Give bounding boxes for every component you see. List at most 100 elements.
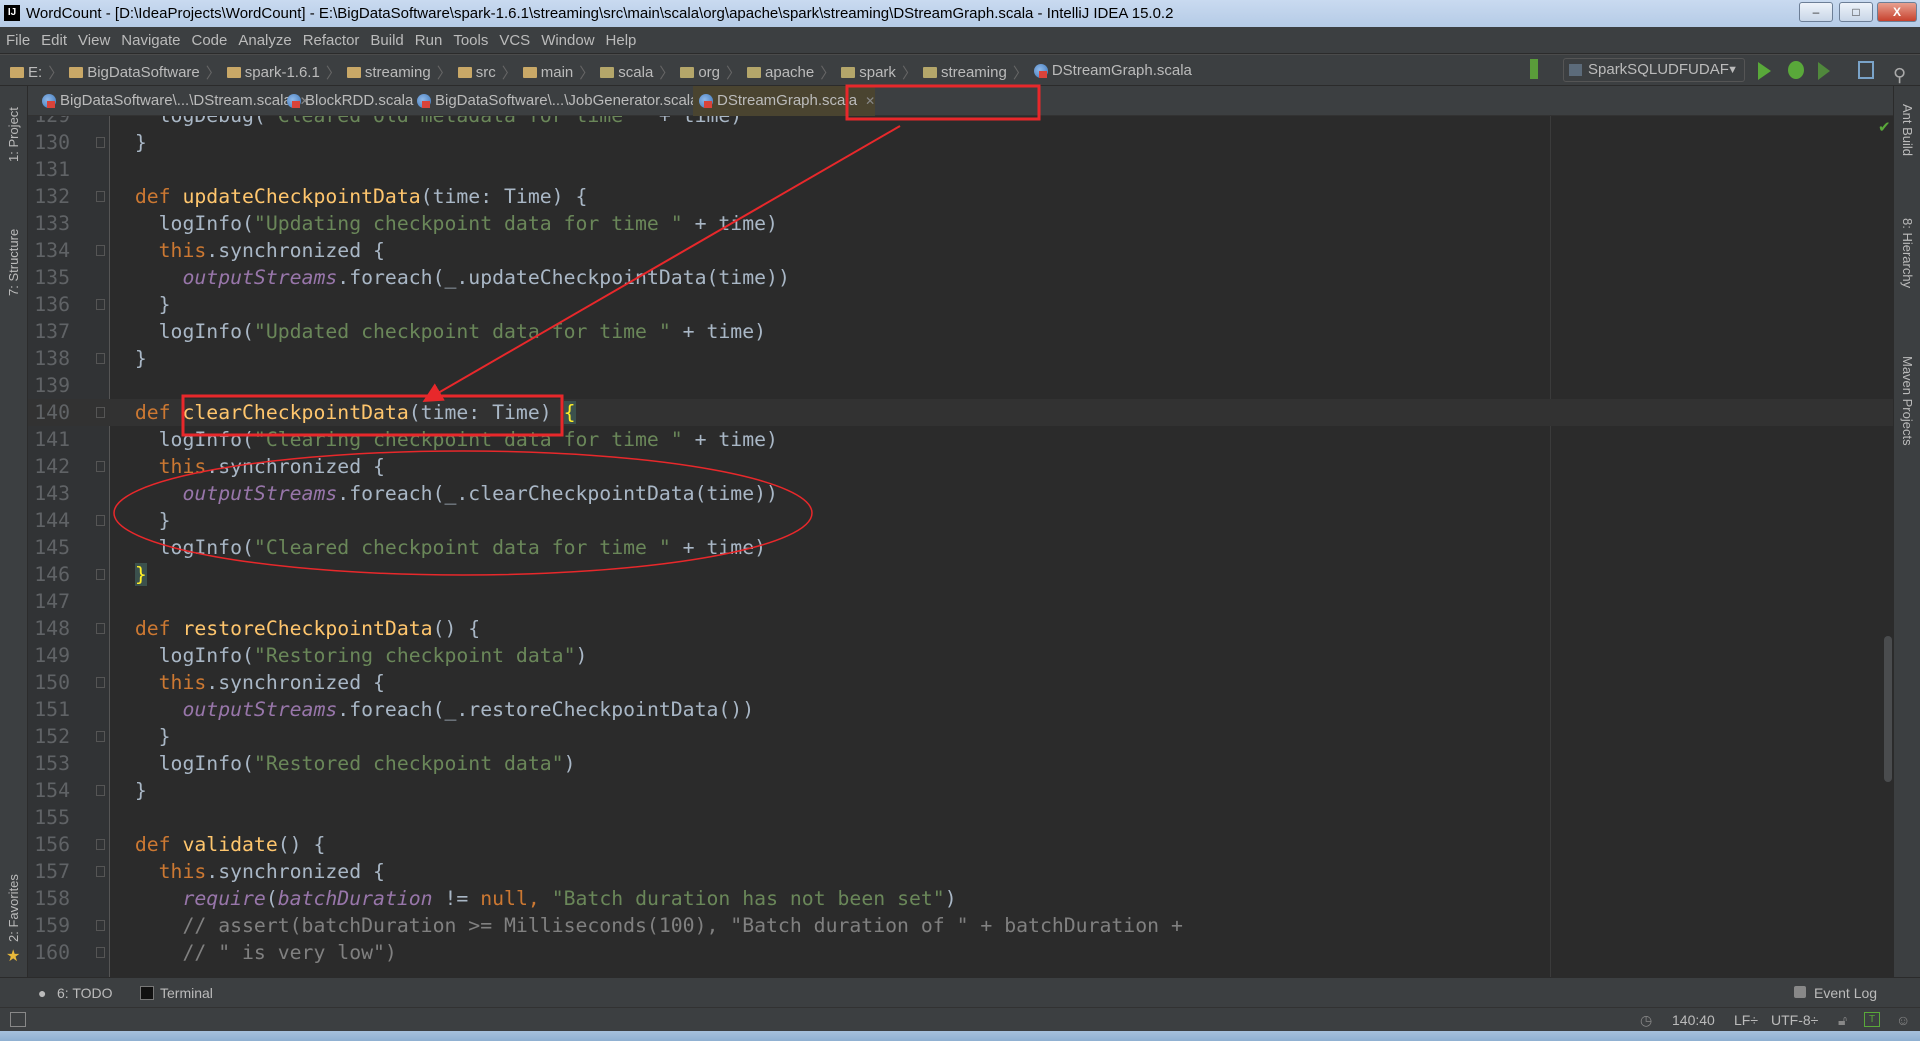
run-icon[interactable]	[1758, 62, 1771, 80]
code-line: 141 logInfo("Clearing checkpoint data fo…	[28, 426, 1893, 453]
menu-vcs[interactable]: VCS	[499, 32, 530, 49]
code-token: .synchronized {	[206, 860, 385, 883]
project-structure-icon[interactable]	[1858, 61, 1874, 79]
fold-marker-icon[interactable]	[96, 677, 105, 688]
tab-label: BigDataSoftware\...\JobGenerator.scala	[435, 92, 699, 109]
file-encoding[interactable]: UTF-8÷	[1771, 1008, 1818, 1032]
code-token: () {	[432, 617, 481, 640]
menu-tools[interactable]: Tools	[453, 32, 488, 49]
breadcrumb-item[interactable]: apache	[747, 57, 814, 89]
breadcrumb-item[interactable]: org	[680, 57, 720, 89]
scrollbar-thumb[interactable]	[1884, 636, 1892, 782]
code-token: def	[134, 833, 183, 856]
menu-view[interactable]: View	[78, 32, 110, 49]
editor-tab[interactable]: BlockRDD.scala✕	[281, 86, 431, 116]
fold-marker-icon[interactable]	[96, 947, 105, 958]
fold-marker-icon[interactable]	[96, 866, 105, 877]
code-line: 157 this.synchronized {	[28, 858, 1893, 885]
fold-marker-icon[interactable]	[96, 299, 105, 310]
package-icon	[680, 67, 695, 78]
menu-navigate[interactable]: Navigate	[121, 32, 180, 49]
fold-marker-icon[interactable]	[96, 461, 105, 472]
code-line: 142 this.synchronized {	[28, 453, 1893, 480]
breadcrumb-item[interactable]: BigDataSoftware	[69, 57, 200, 89]
editor-tab[interactable]: BigDataSoftware\...\DStream.scala ✕	[36, 86, 310, 116]
tool-project[interactable]: 1: Project	[6, 107, 21, 162]
breadcrumb-item[interactable]: spark-1.6.1	[226, 57, 320, 89]
fold-marker-icon[interactable]	[96, 731, 105, 742]
make-project-icon[interactable]	[1530, 59, 1538, 79]
menu-file[interactable]: File	[6, 32, 30, 49]
code-token: require	[182, 887, 266, 910]
breadcrumb-separator: 〉	[659, 65, 675, 82]
code-line: 134 this.synchronized {	[28, 237, 1893, 264]
breadcrumb-item[interactable]: main	[522, 57, 573, 89]
line-number: 142	[34, 455, 70, 478]
menu-help[interactable]: Help	[606, 32, 637, 49]
code-editor[interactable]: 129 logDebug("Cleared old metadata for t…	[28, 116, 1893, 977]
event-log-button[interactable]: Event Log	[1814, 978, 1877, 1008]
code-text: def clearCheckpointData(time: Time) {	[111, 399, 576, 426]
menu-run[interactable]: Run	[415, 32, 443, 49]
menu-edit[interactable]: Edit	[41, 32, 67, 49]
menu-analyze[interactable]: Analyze	[238, 32, 291, 49]
tool-windows-toggle-icon[interactable]	[10, 1012, 26, 1027]
editor-tab[interactable]: BigDataSoftware\...\JobGenerator.scala✕	[411, 86, 717, 116]
tool-ant-build[interactable]: Ant Build	[1900, 104, 1915, 156]
code-token: "Restoring checkpoint data"	[253, 644, 576, 667]
menu-code[interactable]: Code	[191, 32, 227, 49]
minimize-button[interactable]: –	[1799, 2, 1833, 22]
line-number: 159	[34, 914, 70, 937]
breadcrumb-item[interactable]: scala	[600, 57, 653, 89]
code-text: def updateCheckpointData(time: Time) {	[111, 183, 588, 210]
lock-icon[interactable]: 🔓︎	[1838, 1008, 1847, 1032]
fold-marker-icon[interactable]	[96, 137, 105, 148]
tool-structure[interactable]: 7: Structure	[6, 229, 21, 296]
breadcrumb-item[interactable]: streaming	[922, 57, 1007, 89]
fold-marker-icon[interactable]	[96, 920, 105, 931]
folder-icon	[226, 67, 241, 78]
tool-maven-projects[interactable]: Maven Projects	[1900, 356, 1915, 446]
menu-refactor[interactable]: Refactor	[303, 32, 360, 49]
tool-favorites[interactable]: 2: Favorites	[6, 874, 21, 942]
fold-marker-icon[interactable]	[96, 839, 105, 850]
code-text: logInfo("Restoring checkpoint data")	[111, 642, 588, 669]
close-tab-icon[interactable]: ✕	[865, 86, 875, 116]
tool-hierarchy[interactable]: 8: Hierarchy	[1900, 218, 1915, 288]
fold-marker-icon[interactable]	[96, 191, 105, 202]
code-token: () {	[277, 833, 326, 856]
menu-window[interactable]: Window	[541, 32, 594, 49]
code-token: "Updated checkpoint data for time "	[253, 320, 671, 343]
caret-position[interactable]: 140:40	[1672, 1008, 1715, 1032]
run-with-coverage-icon[interactable]	[1818, 62, 1830, 80]
breadcrumb-item[interactable]: E:	[10, 57, 42, 89]
breadcrumb-label: spark-1.6.1	[244, 63, 320, 81]
breadcrumb-item[interactable]: streaming	[346, 57, 431, 89]
run-configuration-dropdown[interactable]: SparkSQLUDFUDAF ▼	[1563, 58, 1745, 82]
fold-marker-icon[interactable]	[96, 785, 105, 796]
fold-marker-icon[interactable]	[96, 569, 105, 580]
fold-marker-icon[interactable]	[96, 407, 105, 418]
fold-marker-icon[interactable]	[96, 353, 105, 364]
breadcrumb-item[interactable]: spark	[841, 57, 896, 89]
inspection-icon[interactable]: T	[1864, 1012, 1880, 1027]
hector-icon[interactable]: ☺	[1896, 1008, 1910, 1032]
maximize-button[interactable]: □	[1839, 2, 1873, 22]
editor-tab[interactable]: DStreamGraph.scala ✕	[693, 86, 876, 116]
debug-icon[interactable]	[1788, 61, 1804, 79]
fold-marker-icon[interactable]	[96, 623, 105, 634]
code-token: + time)	[647, 116, 742, 127]
breadcrumb-item[interactable]: src	[457, 57, 496, 89]
close-button[interactable]: X	[1877, 2, 1917, 22]
fold-marker-icon[interactable]	[96, 245, 105, 256]
code-text: }	[111, 723, 171, 750]
line-separator[interactable]: LF÷	[1734, 1008, 1758, 1032]
fold-marker-icon[interactable]	[96, 515, 105, 526]
menu-build[interactable]: Build	[370, 32, 403, 49]
code-token: def	[134, 617, 183, 640]
terminal-tool-button[interactable]: Terminal	[160, 978, 213, 1008]
todo-tool-button[interactable]: 6: TODO	[57, 978, 113, 1008]
breadcrumb-item[interactable]: DStreamGraph.scala	[1033, 55, 1192, 87]
